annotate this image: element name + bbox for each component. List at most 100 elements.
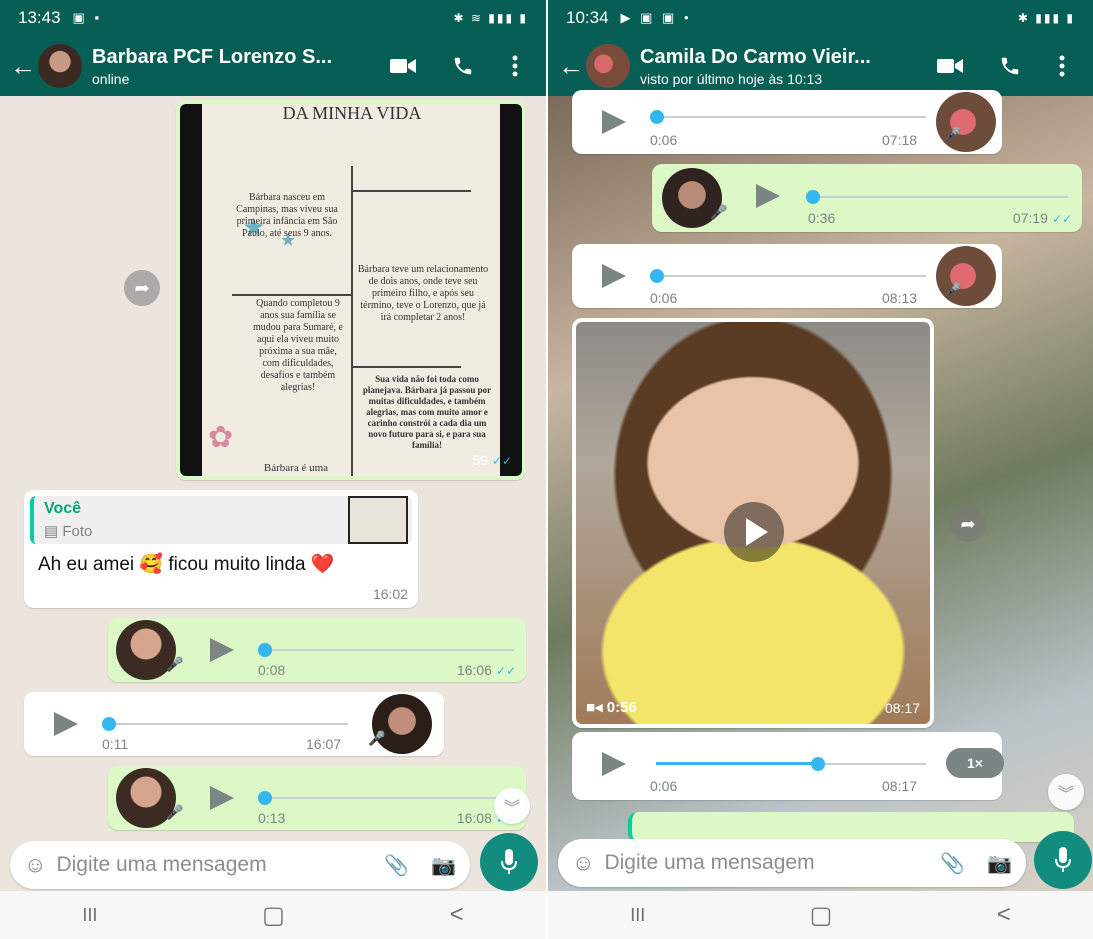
- camera-icon[interactable]: 📷: [431, 853, 456, 878]
- contact-info[interactable]: Barbara PCF Lorenzo S... online: [92, 46, 364, 87]
- signal-battery-icons: ✱ ≋ ▮▮▮ ▮: [453, 11, 528, 25]
- forward-icon[interactable]: ➦: [950, 506, 986, 542]
- voice-message[interactable]: 0:06 07:18 🎤: [572, 90, 1002, 154]
- play-button[interactable]: [210, 786, 234, 810]
- play-button[interactable]: [54, 712, 78, 736]
- play-button[interactable]: [602, 110, 626, 134]
- camera-icon[interactable]: 📷: [987, 851, 1012, 876]
- microphone-icon: 🎤: [368, 730, 386, 746]
- audio-progress-fill: [656, 762, 818, 765]
- more-options-icon[interactable]: [494, 55, 536, 77]
- back-arrow-icon[interactable]: ←: [10, 51, 38, 82]
- voice-message[interactable]: 0:06 08:17 1×: [572, 732, 1004, 800]
- contact-name: Camila Do Carmo Vieir...: [640, 45, 871, 68]
- timeline-branch: [232, 294, 352, 296]
- back-button[interactable]: <: [450, 901, 464, 929]
- photo-icon: ▤: [44, 523, 59, 540]
- quoted-message-preview[interactable]: [628, 812, 1074, 842]
- image-message[interactable]: DA MINHA VIDA ★ ★ Bárbara nasceu em Camp…: [176, 100, 526, 480]
- audio-scrubber[interactable]: [650, 269, 664, 283]
- audio-duration: 0:11: [102, 736, 129, 752]
- audio-scrubber[interactable]: [650, 110, 664, 124]
- audio-scrubber[interactable]: [258, 791, 272, 805]
- message-list[interactable]: DA MINHA VIDA ★ ★ Bárbara nasceu em Camp…: [0, 96, 546, 891]
- scroll-down-icon[interactable]: ︾: [1048, 774, 1084, 810]
- message-composer[interactable]: ☺ Digite uma mensagem 📎 📷: [558, 839, 1026, 887]
- message-input[interactable]: Digite uma mensagem: [604, 851, 918, 875]
- attach-icon[interactable]: 📎: [940, 851, 965, 876]
- forward-icon[interactable]: ➦: [124, 270, 160, 306]
- shared-image[interactable]: DA MINHA VIDA ★ ★ Bárbara nasceu em Camp…: [180, 104, 522, 476]
- audio-scrubber[interactable]: [102, 717, 116, 731]
- more-options-icon[interactable]: [1041, 55, 1083, 77]
- play-video-button[interactable]: [724, 502, 784, 562]
- attach-icon[interactable]: 📎: [384, 853, 409, 878]
- audio-track[interactable]: [264, 797, 514, 799]
- status-bar: 13:43 ▣ ▪ ✱ ≋ ▮▮▮ ▮: [0, 0, 546, 36]
- quote-author: Você: [44, 500, 82, 517]
- microphone-icon: 🎤: [166, 656, 184, 672]
- voice-message[interactable]: 🎤 0:36 07:19 ✓✓: [652, 164, 1082, 232]
- contact-avatar[interactable]: [586, 44, 630, 88]
- playback-speed-button[interactable]: 1×: [946, 748, 1004, 778]
- quoted-message[interactable]: Você ▤ Foto: [30, 496, 412, 544]
- play-button[interactable]: [756, 184, 780, 208]
- audio-track[interactable]: [656, 275, 926, 277]
- voice-call-icon[interactable]: [442, 55, 484, 77]
- home-button[interactable]: ▢: [810, 901, 833, 930]
- voice-message[interactable]: 0:11 16:07 🎤: [24, 692, 444, 756]
- doc-paragraph: Bárbara nasceu em Campinas, mas viveu su…: [236, 192, 338, 239]
- timeline-branch: [351, 190, 471, 192]
- video-message[interactable]: ■◂ 0:56 08:17: [572, 318, 934, 728]
- message-time: 16:02: [372, 586, 408, 602]
- audio-track[interactable]: [812, 196, 1068, 198]
- mic-button[interactable]: [1034, 831, 1092, 889]
- video-call-icon[interactable]: [929, 57, 971, 75]
- voice-message[interactable]: 🎤 0:13 16:08✓✓: [108, 766, 526, 830]
- system-nav-bar: III ▢ <: [548, 891, 1093, 939]
- contact-avatar[interactable]: [38, 44, 82, 88]
- mic-button[interactable]: [480, 833, 538, 891]
- message-time: 16:07: [306, 736, 342, 752]
- video-call-icon[interactable]: [382, 57, 424, 75]
- home-button[interactable]: ▢: [262, 901, 285, 930]
- microphone-icon: 🎤: [710, 204, 728, 220]
- microphone-icon: 🎤: [944, 126, 962, 142]
- play-button[interactable]: [602, 752, 626, 776]
- voice-message[interactable]: 🎤 0:08 16:06 ✓✓: [108, 618, 526, 682]
- audio-scrubber[interactable]: [811, 757, 825, 771]
- left-chat-screen: 13:43 ▣ ▪ ✱ ≋ ▮▮▮ ▮ ← Barbara PCF Lorenz…: [0, 0, 546, 939]
- status-time: 13:43: [18, 8, 61, 27]
- doc-paragraph: Bárbara é uma: [263, 462, 329, 474]
- audio-scrubber[interactable]: [806, 190, 820, 204]
- reply-message[interactable]: Você ▤ Foto Ah eu amei 🥰 ficou muito lin…: [24, 490, 418, 608]
- contact-info[interactable]: Camila Do Carmo Vieir... visto por últim…: [640, 46, 919, 87]
- video-thumbnail[interactable]: ■◂ 0:56 08:17: [576, 322, 930, 724]
- recent-apps-button[interactable]: III: [630, 905, 645, 926]
- message-time: 08:17: [882, 778, 918, 794]
- voice-call-icon[interactable]: [989, 55, 1031, 77]
- back-arrow-icon[interactable]: ←: [558, 51, 586, 82]
- audio-track[interactable]: [108, 723, 348, 725]
- audio-track[interactable]: [264, 649, 514, 651]
- voice-message[interactable]: 0:06 08:13 🎤: [572, 244, 1002, 308]
- doc-paragraph: Quando completou 9 anos sua família se m…: [253, 298, 343, 393]
- system-nav-bar: III ▢ <: [0, 891, 546, 939]
- message-composer[interactable]: ☺ Digite uma mensagem 📎 📷: [10, 841, 470, 889]
- message-list[interactable]: 0:06 07:18 🎤 🎤 0:36 07:19 ✓✓ 0:06 08:13 🎤: [548, 90, 1093, 891]
- recent-apps-button[interactable]: III: [82, 905, 97, 926]
- message-time: 07:18: [882, 132, 918, 148]
- emoji-icon[interactable]: ☺: [572, 850, 594, 876]
- audio-track[interactable]: [656, 116, 926, 118]
- message-input[interactable]: Digite uma mensagem: [56, 853, 362, 877]
- video-time: 08:17: [884, 700, 920, 716]
- scroll-down-icon[interactable]: ︾: [494, 788, 530, 824]
- back-button[interactable]: <: [997, 901, 1011, 929]
- emoji-icon[interactable]: ☺: [24, 852, 46, 878]
- image-timestamp: 59 ✓✓: [472, 452, 512, 468]
- signal-battery-icons: ✱ ▮▮▮ ▮: [1017, 11, 1075, 25]
- play-button[interactable]: [602, 264, 626, 288]
- timeline-line: [351, 166, 353, 476]
- audio-scrubber[interactable]: [258, 643, 272, 657]
- play-button[interactable]: [210, 638, 234, 662]
